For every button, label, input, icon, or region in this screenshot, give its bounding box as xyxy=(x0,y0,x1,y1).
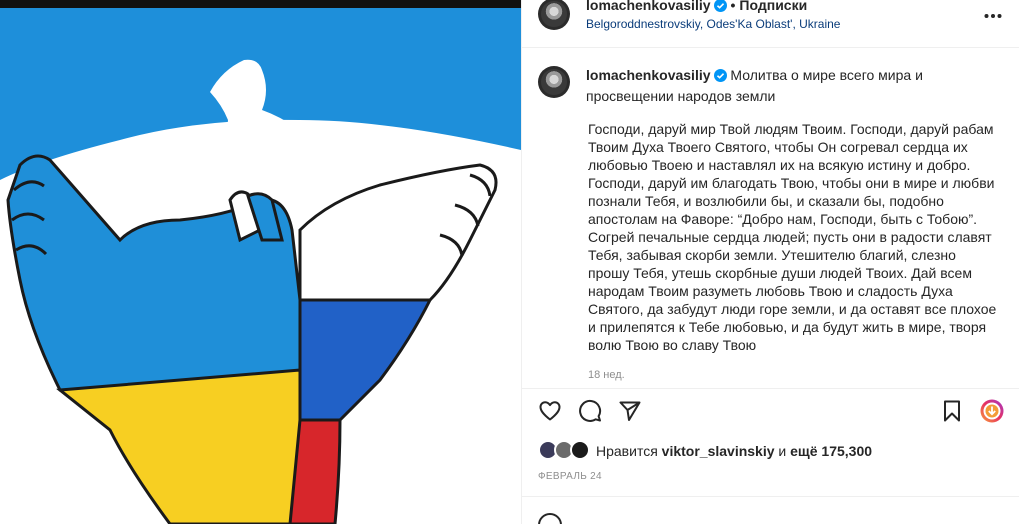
author-username[interactable]: lomachenkovasiliy xyxy=(586,0,711,13)
post-image[interactable] xyxy=(0,0,521,524)
comment-input[interactable] xyxy=(578,517,938,524)
verified-badge-icon xyxy=(713,0,727,15)
comment-bar xyxy=(522,496,1019,524)
emoji-icon[interactable] xyxy=(538,513,562,524)
post-date[interactable]: ФЕВРАЛЬ 24 xyxy=(538,471,602,482)
post-caption: lomachenkovasiliy Молитва о мире всего м… xyxy=(522,49,1019,389)
heart-icon[interactable] xyxy=(538,399,562,423)
following-button[interactable]: Подписки xyxy=(739,0,807,13)
action-bar xyxy=(522,390,1019,434)
likes-prefix: Нравится xyxy=(596,443,658,459)
likes-joiner: и xyxy=(778,443,787,459)
comment-icon[interactable] xyxy=(578,399,602,423)
location-link[interactable]: Belgoroddnestrovskiy, Odes'Ka Oblast', U… xyxy=(586,17,840,31)
likes-count[interactable]: ещё 175,300 xyxy=(790,443,872,459)
likes-summary: Нравится viktor_slavinskiy и ещё 175,300 xyxy=(596,443,872,459)
caption-verified-icon xyxy=(713,68,727,87)
author-avatar[interactable] xyxy=(538,0,570,30)
caption-body: Господи, даруй мир Твой людям Твоим. Гос… xyxy=(588,121,997,353)
post-side-panel: lomachenkovasiliy • Подписки Belgoroddnest… xyxy=(521,0,1019,524)
paper-plane-icon[interactable] xyxy=(618,399,642,423)
caption-timestamp[interactable]: 18 нед. xyxy=(588,369,625,381)
post-header: lomachenkovasiliy • Подписки Belgoroddnest… xyxy=(522,0,1019,48)
download-icon[interactable] xyxy=(980,399,1004,423)
dove-hands-artwork xyxy=(0,0,521,524)
caption-username[interactable]: lomachenkovasiliy xyxy=(586,67,711,83)
more-horizontal-icon[interactable] xyxy=(984,6,1002,18)
separator-dot: • xyxy=(730,0,736,13)
likes-row: Нравится viktor_slavinskiy и ещё 175,300 xyxy=(522,434,1019,468)
liker-avatar[interactable] xyxy=(570,440,590,460)
liker-username[interactable]: viktor_slavinskiy xyxy=(662,443,775,459)
caption-title-line: lomachenkovasiliy Молитва о мире всего м… xyxy=(586,66,986,106)
author-name-line: lomachenkovasiliy • Подписки xyxy=(586,0,807,15)
bookmark-icon[interactable] xyxy=(940,399,964,423)
caption-author-avatar[interactable] xyxy=(538,66,570,98)
